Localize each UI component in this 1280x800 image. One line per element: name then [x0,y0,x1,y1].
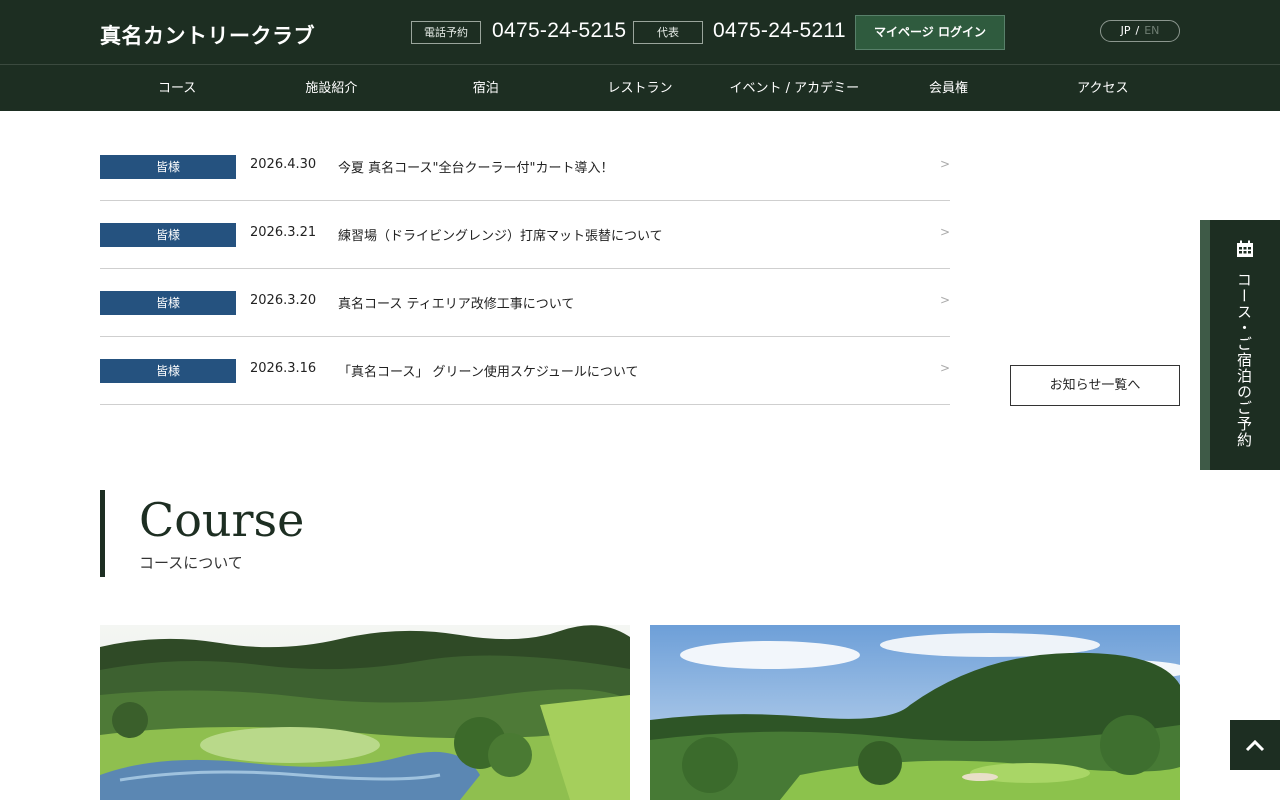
header-topbar: 真名カントリークラブ 電話予約 0475-24-5215 代表 0475-24-… [0,0,1280,65]
reservation-side-tab[interactable]: コース・ご宿泊のご予約 [1200,220,1280,470]
news-date: 2026.3.16 [250,361,317,376]
news-title[interactable]: 今夏 真名コース"全台クーラー付"カート導入！ [338,157,613,176]
lang-jp-link[interactable]: JP [1121,24,1131,37]
site-logo[interactable]: 真名カントリークラブ [100,20,315,50]
news-category-badge: 皆様 [100,155,236,179]
news-category-badge: 皆様 [100,223,236,247]
mypage-login-button[interactable]: マイページ ログイン [855,15,1005,50]
section-title: Course [139,493,305,547]
reservation-phone-tag: 電話予約 [411,21,481,44]
news-item[interactable]: 皆様 2026.3.21 練習場（ドライビングレンジ）打席マット張替について > [100,201,950,269]
golf-course-lake-image [100,625,630,800]
nav-item-events[interactable]: イベント / アカデミー [717,66,871,111]
lang-separator: / [1135,24,1140,37]
back-to-top-button[interactable] [1230,720,1280,770]
news-date: 2026.4.30 [250,157,317,172]
nav-item-course[interactable]: コース [100,66,254,111]
course-photo-hill[interactable] [650,625,1180,800]
nav-item-stay[interactable]: 宿泊 [409,66,563,111]
main-phone-tag: 代表 [633,21,703,44]
chevron-right-icon: > [939,293,950,307]
main-phone-number[interactable]: 0475-24-5211 [713,19,846,43]
reservation-side-tab-label: コース・ご宿泊のご予約 [1235,272,1253,448]
news-category-badge: 皆様 [100,291,236,315]
global-nav: コース 施設紹介 宿泊 レストラン イベント / アカデミー 会員権 アクセス [100,66,1180,111]
golf-course-hill-image [650,625,1180,800]
news-title[interactable]: 「真名コース」 グリーン使用スケジュールについて [338,361,639,380]
reservation-phone-number[interactable]: 0475-24-5215 [492,19,626,43]
news-title[interactable]: 真名コース ティエリア改修工事について [338,293,574,312]
nav-item-facilities[interactable]: 施設紹介 [254,66,408,111]
calendar-icon [1237,240,1253,257]
news-item[interactable]: 皆様 2026.3.20 真名コース ティエリア改修工事について > [100,269,950,337]
chevron-up-icon [1245,739,1265,752]
nav-item-membership[interactable]: 会員権 [871,66,1025,111]
news-list: 皆様 2026.4.30 今夏 真名コース"全台クーラー付"カート導入！ > 皆… [100,133,950,405]
chevron-right-icon: > [939,225,950,239]
chevron-right-icon: > [939,361,950,375]
chevron-right-icon: > [939,157,950,171]
nav-item-restaurant[interactable]: レストラン [563,66,717,111]
course-section-heading: Course コースについて [100,490,304,577]
nav-item-access[interactable]: アクセス [1026,66,1180,111]
language-switcher: JP / EN [1100,20,1180,42]
news-title[interactable]: 練習場（ドライビングレンジ）打席マット張替について [338,225,663,244]
section-subtitle: コースについて [139,554,243,572]
news-item[interactable]: 皆様 2026.3.16 「真名コース」 グリーン使用スケジュールについて > [100,337,950,405]
news-category-badge: 皆様 [100,359,236,383]
site-header: 真名カントリークラブ 電話予約 0475-24-5215 代表 0475-24-… [0,0,1280,111]
news-item[interactable]: 皆様 2026.4.30 今夏 真名コース"全台クーラー付"カート導入！ > [100,133,950,201]
news-date: 2026.3.20 [250,293,317,308]
lang-en-link[interactable]: EN [1144,24,1159,37]
news-date: 2026.3.21 [250,225,317,240]
course-photo-lake[interactable] [100,625,630,800]
all-news-button[interactable]: お知らせ一覧へ [1010,365,1180,406]
